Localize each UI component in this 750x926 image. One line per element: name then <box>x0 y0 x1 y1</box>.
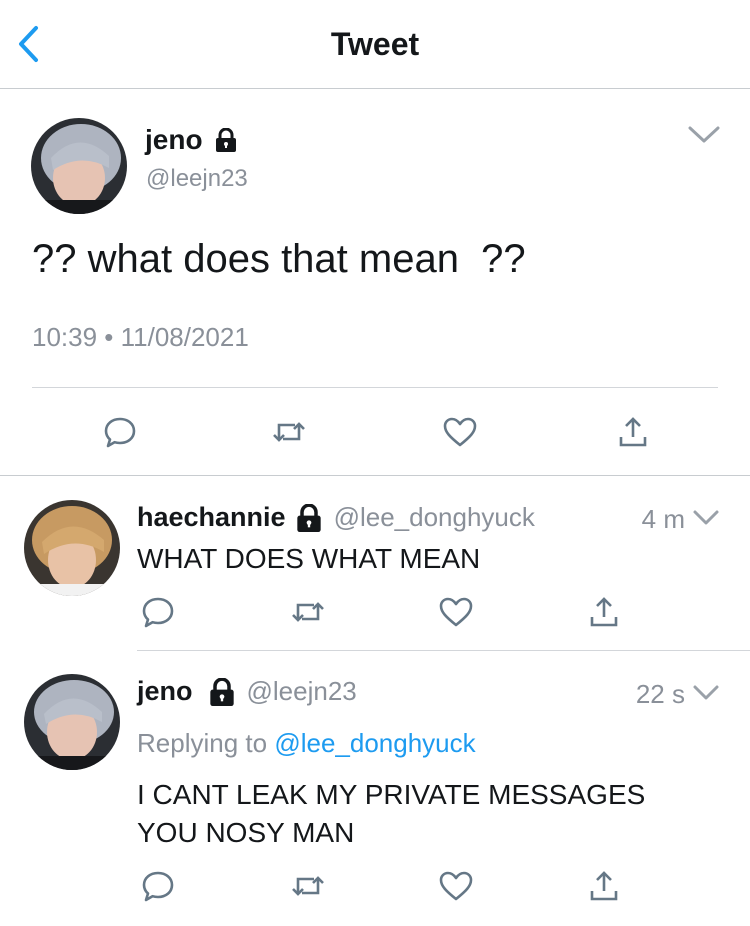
author-display-name[interactable]: jeno <box>137 676 193 707</box>
author-display-name: jeno <box>145 124 203 155</box>
reply-text-line: YOU NOSY MAN <box>137 817 355 848</box>
avatar-image <box>24 500 120 596</box>
avatar[interactable] <box>31 118 127 214</box>
divider <box>0 475 750 476</box>
share-button[interactable] <box>584 866 624 906</box>
reply-text-line: I CANT LEAK MY PRIVATE MESSAGES <box>137 779 646 810</box>
like-icon <box>443 417 477 447</box>
mention-link[interactable]: @lee_donghyuck <box>274 728 475 758</box>
reply-icon <box>142 597 174 628</box>
share-button[interactable] <box>584 592 624 632</box>
tweet-timestamp[interactable]: 10:39 • 11/08/2021 <box>32 322 249 353</box>
retweet-icon <box>292 602 324 622</box>
retweet-icon <box>292 876 324 896</box>
like-button[interactable] <box>436 592 476 632</box>
chevron-down-icon[interactable] <box>692 684 720 702</box>
author-name[interactable]: jeno <box>145 124 237 156</box>
divider <box>137 650 750 651</box>
retweet-icon <box>273 422 305 442</box>
lock-icon <box>215 128 236 152</box>
chevron-down-icon[interactable] <box>692 509 720 527</box>
like-button[interactable] <box>440 412 480 452</box>
reply-timestamp: 22 s <box>635 679 685 709</box>
share-icon <box>619 417 647 447</box>
author-handle[interactable]: @leejn23 <box>146 165 248 193</box>
page-title: Tweet <box>330 26 420 62</box>
tweet-text: ?? what does that mean ?? <box>32 237 526 281</box>
chevron-down-icon[interactable] <box>687 125 721 145</box>
lock-icon <box>296 503 321 532</box>
avatar[interactable] <box>24 674 120 770</box>
retweet-button[interactable] <box>288 866 328 906</box>
reply-icon <box>104 417 136 448</box>
share-icon <box>590 871 618 901</box>
retweet-button[interactable] <box>269 412 309 452</box>
top-bar: Tweet <box>0 0 750 89</box>
like-button[interactable] <box>436 866 476 906</box>
reply-button[interactable] <box>138 592 178 632</box>
replying-to-line: Replying to @lee_donghyuck <box>137 728 476 759</box>
divider <box>32 387 718 388</box>
reply-header: jeno @leejn23 <box>137 676 357 707</box>
author-display-name[interactable]: haechannie <box>137 502 286 533</box>
reply-icon <box>142 871 174 902</box>
reply-header: haechannie @lee_donghyuck <box>137 502 535 533</box>
avatar-image <box>31 118 127 214</box>
like-icon <box>439 871 473 901</box>
lock-icon <box>209 677 234 706</box>
share-icon <box>590 597 618 627</box>
author-handle[interactable]: @leejn23 <box>247 676 357 707</box>
avatar[interactable] <box>24 500 120 596</box>
like-icon <box>439 597 473 627</box>
replying-to-label: Replying to <box>137 728 268 758</box>
avatar-image <box>24 674 120 770</box>
share-button[interactable] <box>613 412 653 452</box>
reply-button[interactable] <box>138 866 178 906</box>
reply-text: WHAT DOES WHAT MEAN <box>137 543 481 574</box>
author-handle[interactable]: @lee_donghyuck <box>334 502 535 533</box>
reply-text: I CANT LEAK MY PRIVATE MESSAGES YOU NOSY… <box>137 776 645 852</box>
reply-button[interactable] <box>100 412 140 452</box>
retweet-button[interactable] <box>288 592 328 632</box>
reply-timestamp: 4 m <box>641 504 685 534</box>
